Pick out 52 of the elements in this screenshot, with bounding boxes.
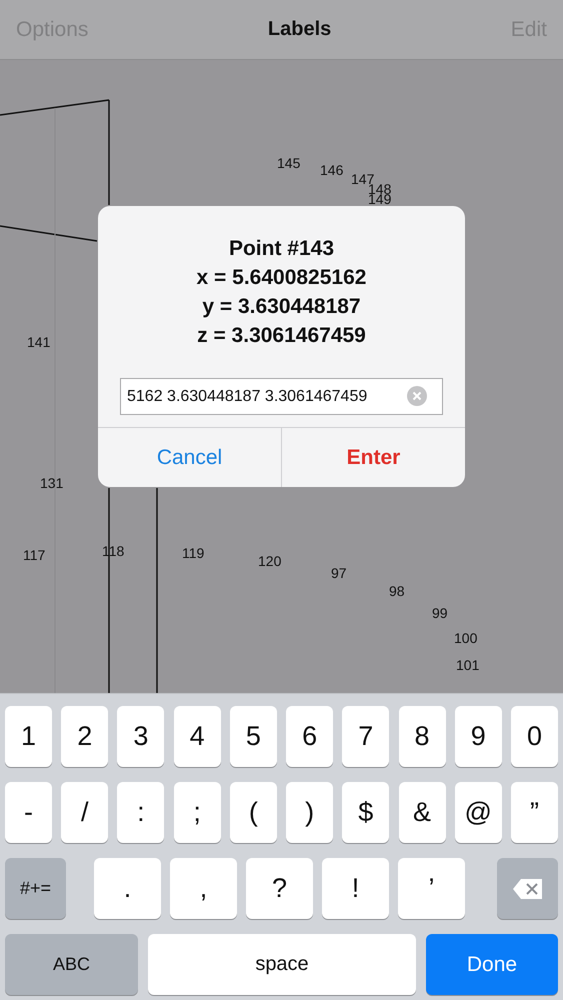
clear-icon[interactable] bbox=[407, 386, 427, 406]
point-label: 100 bbox=[454, 630, 478, 646]
key[interactable]: , bbox=[170, 858, 237, 919]
key[interactable]: - bbox=[5, 782, 52, 843]
key[interactable]: 7 bbox=[342, 706, 390, 767]
key[interactable]: 3 bbox=[117, 706, 164, 767]
enter-button[interactable]: Enter bbox=[281, 428, 465, 487]
key[interactable]: @ bbox=[454, 782, 502, 843]
backspace-icon bbox=[512, 878, 544, 900]
key[interactable]: ( bbox=[230, 782, 277, 843]
coordinate-text: z = 3.3061467459 bbox=[197, 323, 366, 349]
key[interactable]: 5 bbox=[230, 706, 277, 767]
abc-key[interactable]: ABC bbox=[5, 934, 138, 995]
key[interactable]: 4 bbox=[174, 706, 221, 767]
key[interactable]: 0 bbox=[510, 706, 558, 767]
coordinate-text: y = 3.630448187 bbox=[202, 294, 361, 320]
point-label: 97 bbox=[331, 565, 347, 581]
symbols-key[interactable]: #+= bbox=[5, 858, 66, 919]
point-label: 99 bbox=[432, 605, 448, 621]
done-button[interactable]: Done bbox=[426, 934, 558, 995]
point-label: 98 bbox=[389, 583, 405, 599]
key[interactable]: / bbox=[61, 782, 108, 843]
key[interactable]: ’ bbox=[398, 858, 465, 919]
key[interactable]: . bbox=[94, 858, 161, 919]
key[interactable]: $ bbox=[342, 782, 390, 843]
point-label: 145 bbox=[277, 155, 300, 171]
point-label: 146 bbox=[320, 162, 344, 178]
key[interactable]: 1 bbox=[5, 706, 52, 767]
delete-key[interactable] bbox=[497, 858, 558, 919]
key[interactable]: ! bbox=[322, 858, 389, 919]
coordinate-text: x = 5.6400825162 bbox=[196, 265, 366, 291]
key[interactable]: ” bbox=[510, 782, 558, 843]
key[interactable]: 2 bbox=[61, 706, 108, 767]
key[interactable]: ; bbox=[174, 782, 221, 843]
point-label: 141 bbox=[27, 334, 50, 350]
point-label: 131 bbox=[40, 475, 64, 491]
screen-title: Labels bbox=[268, 18, 332, 41]
key[interactable]: 9 bbox=[454, 706, 502, 767]
key[interactable]: : bbox=[117, 782, 164, 843]
space-key[interactable]: space bbox=[148, 934, 416, 995]
point-label: 120 bbox=[258, 553, 282, 569]
key[interactable]: 6 bbox=[286, 706, 334, 767]
point-label: 101 bbox=[456, 657, 480, 673]
point-label: 119 bbox=[182, 545, 204, 561]
dialog-title: Point #143 bbox=[228, 236, 334, 262]
point-label: 117 bbox=[23, 547, 46, 563]
key[interactable]: ) bbox=[286, 782, 334, 843]
key[interactable]: ? bbox=[246, 858, 313, 919]
key[interactable]: & bbox=[398, 782, 446, 843]
cancel-button[interactable]: Cancel bbox=[98, 428, 281, 487]
key[interactable]: 8 bbox=[398, 706, 446, 767]
input-field[interactable]: 5162 3.630448187 3.3061467459 bbox=[120, 378, 443, 415]
